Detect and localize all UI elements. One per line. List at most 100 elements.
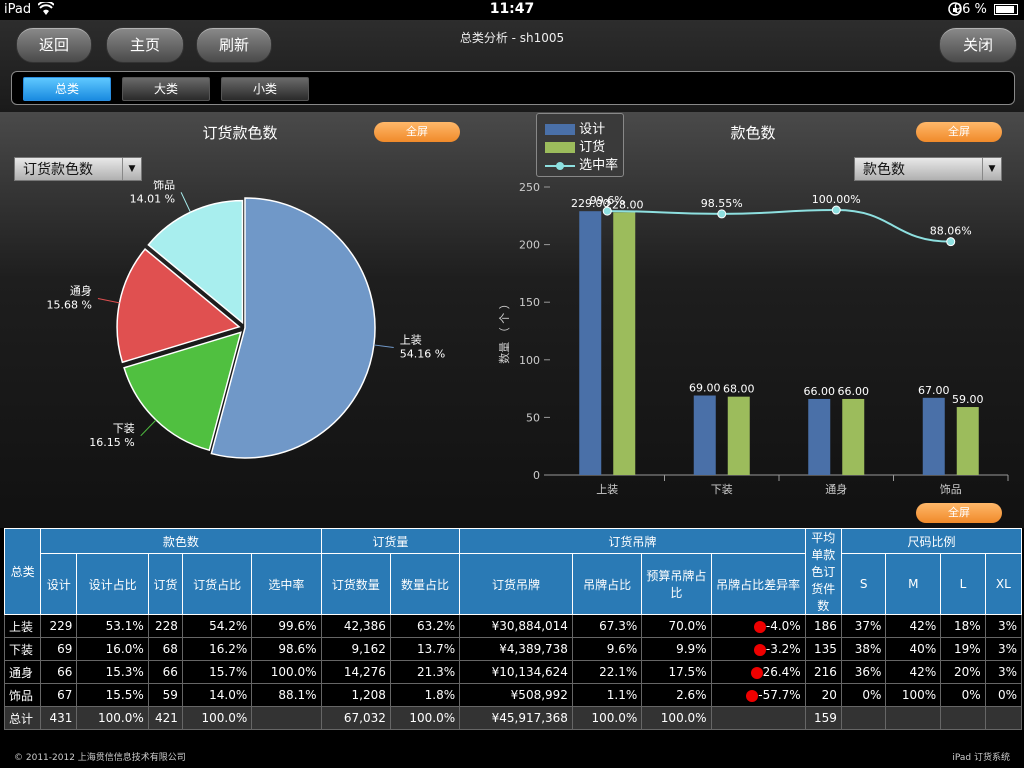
selection-rate-label: 88.06%	[930, 225, 972, 238]
close-button[interactable]: 关闭	[939, 27, 1017, 63]
table-cell: 16.0%	[76, 637, 149, 661]
pie-slice-percent: 54.16 %	[400, 348, 445, 361]
table-total-row: 总计 431 100.0% 421 100.0% 67,032 100.0% ¥45,917,…	[3, 706, 1023, 730]
table-cell: 15.7%	[181, 660, 253, 684]
selection-rate-label: 98.55%	[701, 197, 743, 210]
legend-item-order: 订货	[545, 136, 605, 155]
table-cell: 3%	[984, 660, 1023, 684]
legend-line-swatch	[545, 161, 575, 170]
bar[interactable]	[693, 395, 716, 475]
pie-leader-line	[97, 298, 120, 304]
table-cell: 13.7%	[389, 637, 461, 661]
table-cell: 15.5%	[76, 683, 149, 707]
tab-minor[interactable]: 小类	[221, 77, 309, 101]
table-subheader: 订货数量	[320, 553, 391, 615]
table-subheader: 预算吊牌占比	[641, 553, 712, 615]
table-cell: 42%	[885, 614, 942, 638]
table-subheader: M	[885, 553, 942, 615]
bar[interactable]	[808, 398, 831, 475]
table-header-size-ratio: 尺码比例	[840, 527, 1023, 555]
pie-chart: 上装54.16 % 下装16.15 % 通身15.68 % 饰品14.01 %	[46, 180, 445, 459]
table-cell: 100.0%	[251, 660, 322, 684]
table-cell	[840, 706, 887, 730]
table-row: 饰品 67 15.5% 59 14.0% 88.1% 1,208 1.8% ¥508,992 1.…	[3, 683, 1023, 707]
table-cell	[885, 706, 942, 730]
table-header-styles: 款色数	[40, 527, 322, 555]
category-tab-bar: 总类 大类 小类	[11, 71, 1015, 105]
pie-chart-title: 订货款色数	[202, 124, 278, 142]
table-cell: 9.9%	[641, 637, 712, 661]
table-cell: 上装	[3, 614, 42, 638]
alert-dot-icon	[753, 620, 766, 633]
table-cell: ¥10,134,624	[459, 660, 573, 684]
table-subheader: 订货吊牌	[459, 553, 573, 615]
table-cell: 1,208	[320, 683, 391, 707]
table-cell: 159	[804, 706, 842, 730]
table-cell: 100.0%	[76, 706, 149, 730]
legend-swatch	[545, 142, 575, 153]
summary-table: 总类 款色数 订货量 订货吊牌 平均单款色订货件数 尺码比例 设计 设计占比 订…	[3, 527, 1023, 730]
bar[interactable]	[727, 396, 750, 475]
table-cell: 100.0%	[389, 706, 461, 730]
table-cell: 66	[147, 660, 183, 684]
bar[interactable]	[922, 397, 945, 475]
table-subheader: 订货	[147, 553, 183, 615]
table-subheader: 吊牌占比	[571, 553, 643, 615]
selection-rate-point[interactable]	[602, 206, 612, 216]
battery-icon	[994, 4, 1018, 15]
table-cell-value: -57.7%	[758, 688, 801, 702]
table-cell: 0%	[940, 683, 986, 707]
bar[interactable]	[956, 407, 979, 475]
table-fullscreen-button[interactable]: 全屏	[916, 503, 1002, 523]
table-cell: 21.3%	[389, 660, 461, 684]
table-cell	[940, 706, 986, 730]
bar-value-label: 59.00	[952, 393, 984, 406]
table-cell: -57.7%	[710, 683, 806, 707]
table-cell: 3%	[984, 614, 1023, 638]
x-tick-label: 下装	[711, 483, 733, 496]
table-header-avg-qty: 平均单款色订货件数	[804, 528, 842, 615]
table-cell: 9,162	[320, 637, 391, 661]
table-cell: 67	[40, 683, 78, 707]
table-cell: ¥4,389,738	[459, 637, 573, 661]
bar-value-label: 68.00	[723, 383, 755, 396]
pie-slice-label: 饰品	[153, 180, 175, 191]
table-cell: 63.2%	[389, 614, 461, 638]
status-bar: iPad 11:47 96 %	[0, 0, 1024, 20]
bar-chart: 050100150200250数量 （ 个 ）上装229.00228.00下装6…	[498, 181, 1009, 496]
alert-dot-icon	[750, 666, 763, 679]
bar-fullscreen-button[interactable]: 全屏	[916, 122, 1002, 142]
selection-rate-point[interactable]	[946, 237, 956, 247]
pie-slice-label: 下装	[113, 422, 135, 435]
pie-slice-percent: 15.68 %	[46, 299, 91, 312]
bar[interactable]	[842, 398, 865, 475]
table-cell: 下装	[3, 637, 42, 661]
legend-label: 设计	[579, 122, 606, 137]
table-cell: 67,032	[320, 706, 391, 730]
tab-major[interactable]: 大类	[122, 77, 210, 101]
selection-rate-point[interactable]	[717, 209, 727, 219]
y-tick-label: 200	[519, 239, 540, 252]
table-cell: 14,276	[320, 660, 391, 684]
legend-item-design: 设计	[545, 118, 605, 137]
bar-chart-title: 款色数	[730, 124, 776, 142]
table-cell: 431	[40, 706, 78, 730]
table-cell	[710, 706, 806, 730]
pie-metric-select-value: 订货款色数	[23, 162, 93, 178]
tab-total[interactable]: 总类	[23, 77, 111, 101]
table-cell: 99.6%	[251, 614, 322, 638]
bar[interactable]	[613, 212, 636, 475]
table-header-category: 总类	[3, 528, 42, 615]
page-title: 总类分析 - sh1005	[459, 31, 565, 45]
table-cell: 100.0%	[641, 706, 712, 730]
selection-rate-label: 100.00%	[812, 193, 861, 206]
selection-rate-point[interactable]	[831, 205, 841, 215]
legend-item-selection-rate: 选中率	[545, 154, 618, 173]
table-cell: 228	[147, 614, 183, 638]
bar[interactable]	[579, 211, 602, 475]
chevron-down-icon: ▼	[122, 158, 141, 180]
pie-fullscreen-button[interactable]: 全屏	[374, 122, 460, 142]
table-cell: 216	[804, 660, 842, 684]
table-cell: 42%	[885, 660, 942, 684]
pie-metric-select[interactable]: 订货款色数 ▼	[14, 157, 142, 181]
